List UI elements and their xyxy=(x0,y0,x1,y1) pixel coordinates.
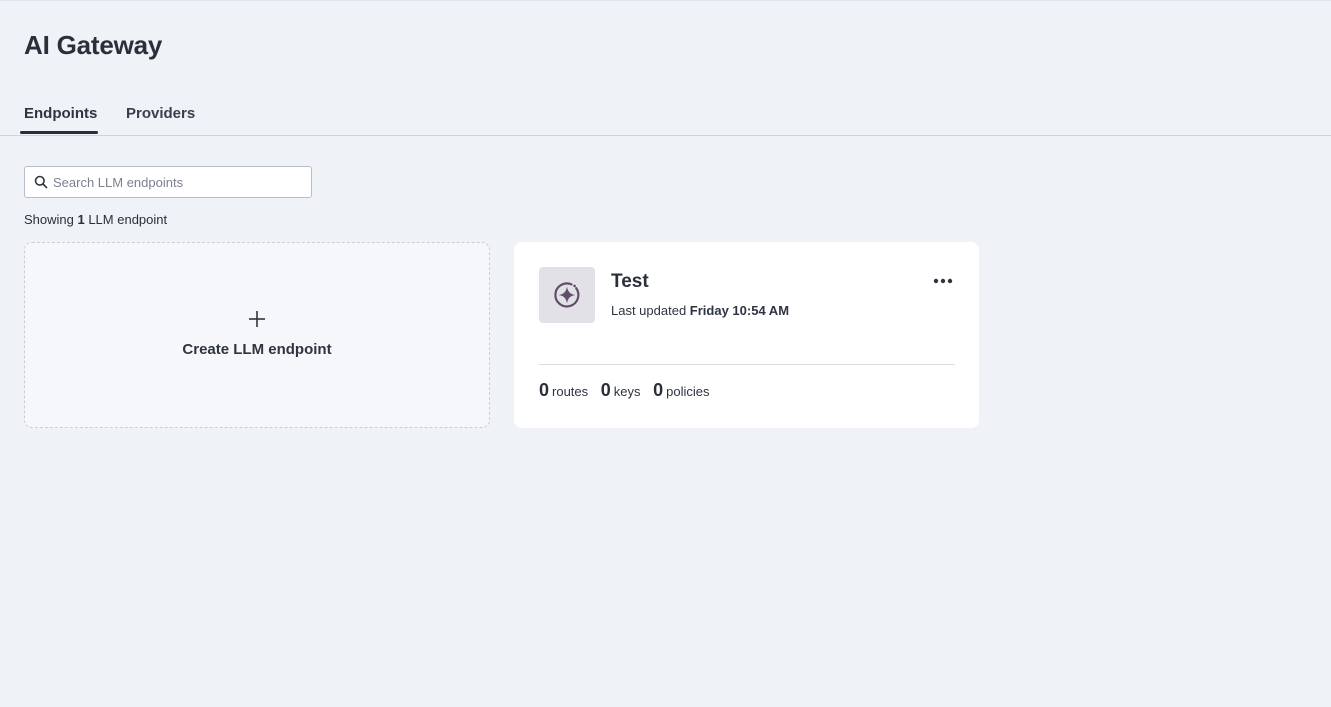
last-updated-prefix: Last updated xyxy=(611,303,690,318)
more-horizontal-icon xyxy=(933,278,953,284)
results-prefix: Showing xyxy=(24,212,78,227)
plus-icon xyxy=(247,309,267,329)
create-llm-endpoint-label: Create LLM endpoint xyxy=(182,341,332,358)
results-count: Showing 1 LLM endpoint xyxy=(24,212,167,228)
search-input[interactable] xyxy=(53,167,303,197)
stat-policies-count: 0 xyxy=(653,380,664,400)
stat-keys-count: 0 xyxy=(600,380,611,400)
results-number: 1 xyxy=(77,212,85,227)
stat-routes-count: 0 xyxy=(539,380,550,400)
search-box[interactable] xyxy=(24,166,312,198)
tab-endpoints[interactable]: Endpoints xyxy=(24,104,97,124)
more-options-button[interactable] xyxy=(928,270,958,292)
tab-bar: Endpoints Providers xyxy=(0,96,1331,136)
top-border xyxy=(0,0,1331,1)
stat-policies-label: policies xyxy=(666,384,710,399)
ai-sparkle-icon xyxy=(554,282,580,308)
endpoint-stats: 0 routes 0 keys 0 policies xyxy=(539,379,719,403)
stat-keys-label: keys xyxy=(613,384,641,399)
tab-providers[interactable]: Providers xyxy=(126,104,195,124)
endpoint-last-updated: Last updated Friday 10:54 AM xyxy=(611,303,789,319)
endpoint-name[interactable]: Test xyxy=(611,270,649,294)
search-icon xyxy=(34,175,48,189)
last-updated-time: Friday 10:54 AM xyxy=(689,303,790,318)
active-tab-indicator xyxy=(20,131,98,134)
stat-policies: 0 policies xyxy=(653,379,709,403)
create-llm-endpoint-card[interactable]: Create LLM endpoint xyxy=(24,242,490,428)
page-title: AI Gateway xyxy=(24,30,163,60)
stat-routes: 0 routes xyxy=(539,379,588,403)
endpoint-card[interactable]: Test Last updated Friday 10:54 AM 0 route… xyxy=(514,242,979,428)
endpoint-icon-tile xyxy=(539,267,595,323)
results-suffix: LLM endpoint xyxy=(84,212,168,227)
stat-routes-label: routes xyxy=(552,384,589,399)
card-divider xyxy=(539,364,955,365)
stat-keys: 0 keys xyxy=(601,379,641,403)
